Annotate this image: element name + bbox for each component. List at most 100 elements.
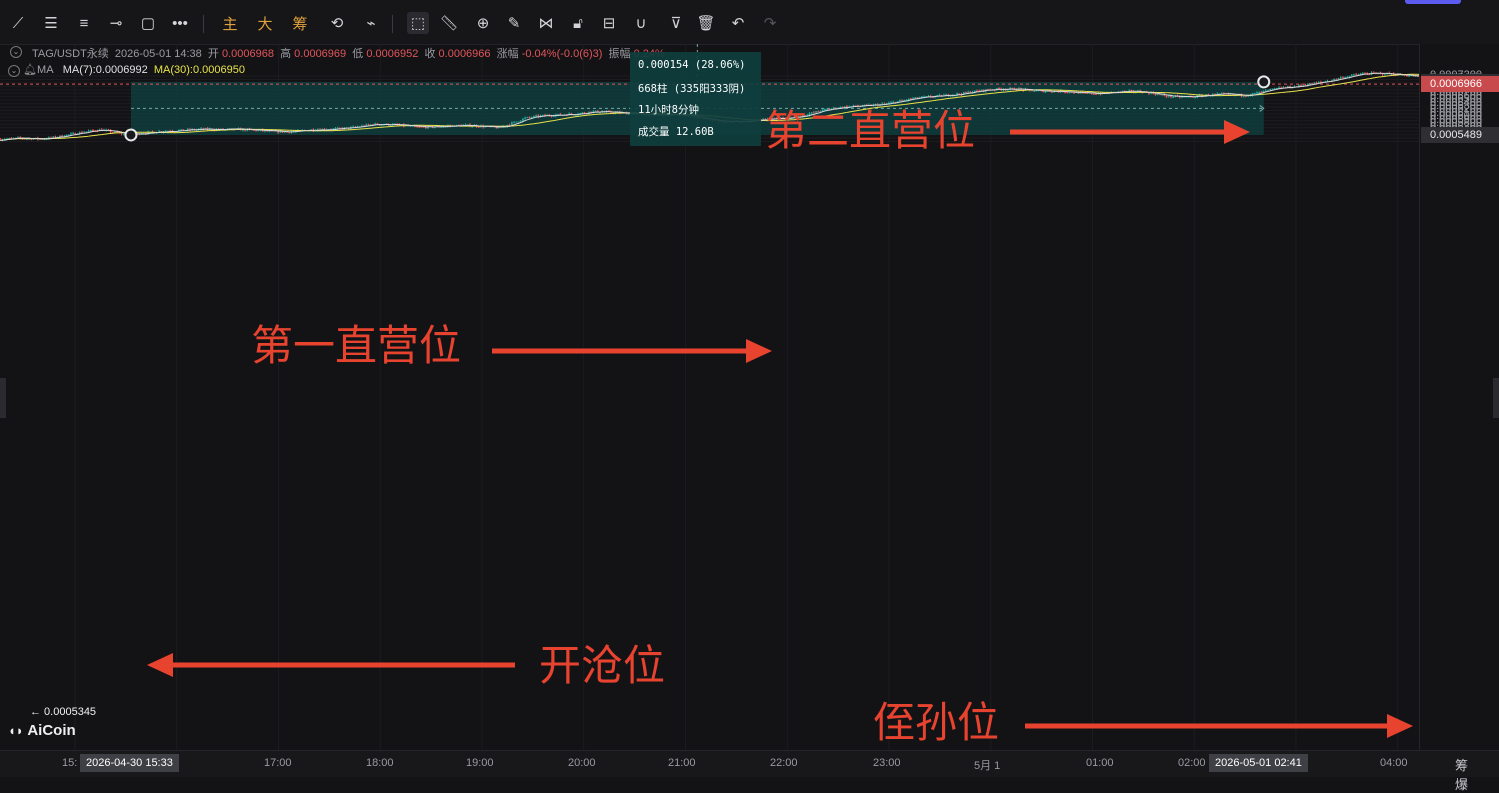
- right-panel-handle[interactable]: [1493, 378, 1499, 418]
- tooltip-volume: 成交量 12.60B: [638, 126, 714, 138]
- collapse-icon[interactable]: ⌄: [8, 65, 20, 77]
- candle: [517, 121, 520, 123]
- annotation-first: 第一直营位: [251, 321, 462, 370]
- rectangle-icon[interactable]: ▢: [138, 12, 158, 34]
- time-tag-start: 2026-04-30 15:33: [80, 754, 179, 772]
- candle: [109, 129, 112, 134]
- time-tick: 21:00: [668, 757, 696, 769]
- low-label: 低: [352, 48, 364, 60]
- accent-tab[interactable]: [1405, 0, 1461, 4]
- close-label: 收: [424, 48, 436, 60]
- filter-icon[interactable]: ⊽: [665, 12, 687, 34]
- measure-start-handle: [124, 128, 138, 142]
- change-value: -0.04%(-0.0(6)3): [521, 48, 603, 60]
- candle: [1339, 76, 1342, 79]
- candle: [1370, 71, 1373, 76]
- low-price-marker: ← 0.0005345: [30, 706, 97, 718]
- annotation-open: 开沧位: [539, 641, 666, 690]
- sync-icon[interactable]: ⟲: [326, 12, 348, 34]
- tooltip-duration: 11小时8分钟: [638, 104, 699, 116]
- ma-label: MA: [37, 64, 54, 76]
- undo-icon[interactable]: ↶: [727, 12, 749, 34]
- measure-tooltip: 0.000154 (28.06%) 668柱 (335阳333阴) 11小时8分…: [630, 52, 761, 146]
- select-icon[interactable]: ⬚: [407, 12, 429, 34]
- zoom-icon[interactable]: ⊕: [472, 12, 494, 34]
- price-chart[interactable]: [0, 44, 1419, 750]
- bell-icon[interactable]: 🔔︎: [23, 64, 37, 76]
- horizontal-ray-icon[interactable]: ⊸: [106, 12, 126, 34]
- horizontal-lines-icon[interactable]: ≡: [74, 12, 94, 34]
- toolbar-separator: [392, 15, 393, 33]
- open-label: 开: [207, 48, 219, 60]
- ruler-icon[interactable]: 📏︎: [438, 12, 460, 34]
- measure-end-handle: [1257, 75, 1271, 89]
- more-tools-icon[interactable]: •••: [170, 12, 190, 34]
- time-tick: 5月 1: [974, 760, 1001, 772]
- collapse-icon[interactable]: ⌄: [10, 46, 22, 58]
- candle: [1335, 78, 1338, 81]
- magnet-icon[interactable]: ∪: [630, 12, 652, 34]
- tooltip-bars: 668柱 (335阳333阴): [638, 83, 746, 95]
- parallel-lines-icon[interactable]: ☰: [41, 12, 61, 34]
- time-tick: 17:00: [264, 757, 292, 769]
- time-tick: 23:00: [873, 757, 901, 769]
- time-axis[interactable]: 15:017:0018:0019:0020:0021:0022:0023:005…: [0, 750, 1499, 777]
- close-value: 0.0006966: [438, 48, 491, 60]
- time-tick: 18:00: [366, 757, 394, 769]
- left-panel-handle[interactable]: [0, 378, 6, 418]
- toolbar-separator: [203, 15, 204, 33]
- time-tick: 04:00: [1380, 757, 1408, 769]
- pen-icon[interactable]: ✎: [503, 12, 525, 34]
- price-tag-bottom: 0.0005489: [1421, 126, 1499, 143]
- candle: [1313, 82, 1316, 84]
- time-tick: 15:: [62, 757, 78, 769]
- candle: [1051, 91, 1053, 93]
- indicator-button-2[interactable]: 筹: [290, 12, 310, 34]
- change-label: 涨幅: [496, 48, 519, 60]
- candle: [521, 118, 524, 121]
- candle: [72, 131, 75, 135]
- candle: [515, 121, 518, 123]
- arrow-open-head: [147, 653, 173, 677]
- bottom-right-buttons[interactable]: 筹 爆: [1455, 755, 1499, 793]
- high-label: 高: [280, 48, 292, 60]
- candle: [1383, 74, 1386, 76]
- ma30-value: MA(30):0.0006950: [153, 64, 245, 76]
- price-axis[interactable]: 0.00072000.00071000.00069000.00068000.00…: [1419, 44, 1499, 750]
- time-tag-end: 2026-05-01 02:41: [1209, 754, 1308, 772]
- candle: [594, 110, 597, 112]
- high-value: 0.0006969: [294, 48, 347, 60]
- symbol-label[interactable]: TAG/USDT永续: [32, 48, 109, 60]
- time-tick: 22:00: [770, 757, 798, 769]
- ma7-value: MA(7):0.0006992: [62, 64, 148, 76]
- annotation-niece: 侄孙位: [873, 698, 1000, 747]
- candle: [1092, 93, 1095, 95]
- time-tick: 19:00: [466, 757, 494, 769]
- annotation-second: 第二直营位: [765, 106, 976, 155]
- candle: [92, 129, 94, 132]
- logo-text: AiCoin: [27, 722, 76, 739]
- trash-icon[interactable]: 🗑︎: [695, 12, 717, 34]
- template-icon[interactable]: ⊟: [598, 12, 620, 34]
- price-tag-current: 0.0006966: [1421, 76, 1499, 93]
- brush-icon[interactable]: ⌁: [360, 12, 382, 34]
- aicoin-logo: ◖◗ AiCoin: [8, 722, 76, 739]
- candle: [1317, 80, 1320, 83]
- ohlc-info: TAG/USDT永续 2026-05-01 14:38 开 0.0006968 …: [32, 45, 665, 61]
- indicator-button-0[interactable]: 主: [220, 12, 240, 34]
- pattern-icon[interactable]: ⋈: [535, 12, 557, 34]
- arrow-first-head: [746, 339, 772, 363]
- time-tick: 01:00: [1086, 757, 1114, 769]
- open-value: 0.0006968: [221, 48, 274, 60]
- indicator-button-1[interactable]: 大: [255, 12, 275, 34]
- lock-icon[interactable]: 🔓︎: [567, 12, 589, 34]
- datetime-label: 2026-05-01 14:38: [114, 48, 202, 60]
- redo-icon[interactable]: ↷: [759, 12, 781, 34]
- trendline-icon[interactable]: ⟋: [8, 12, 28, 34]
- drawing-toolbar: ⟋ ☰ ≡ ⊸ ▢ ••• 主大筹 ⟲ ⌁ ⬚ 📏︎ ⊕ ✎ ⋈ 🔓︎ ⊟ ∪ ⊽ 🗑︎ ↶ ↷: [0, 0, 1499, 45]
- time-tick: 02:00: [1178, 757, 1206, 769]
- low-value: 0.0006952: [366, 48, 419, 60]
- ma-info: ⌄ 🔔︎MA MA(7):0.0006992 MA(30):0.0006950: [8, 63, 245, 77]
- time-tick: 20:00: [568, 757, 596, 769]
- arrow-niece-head: [1387, 714, 1413, 738]
